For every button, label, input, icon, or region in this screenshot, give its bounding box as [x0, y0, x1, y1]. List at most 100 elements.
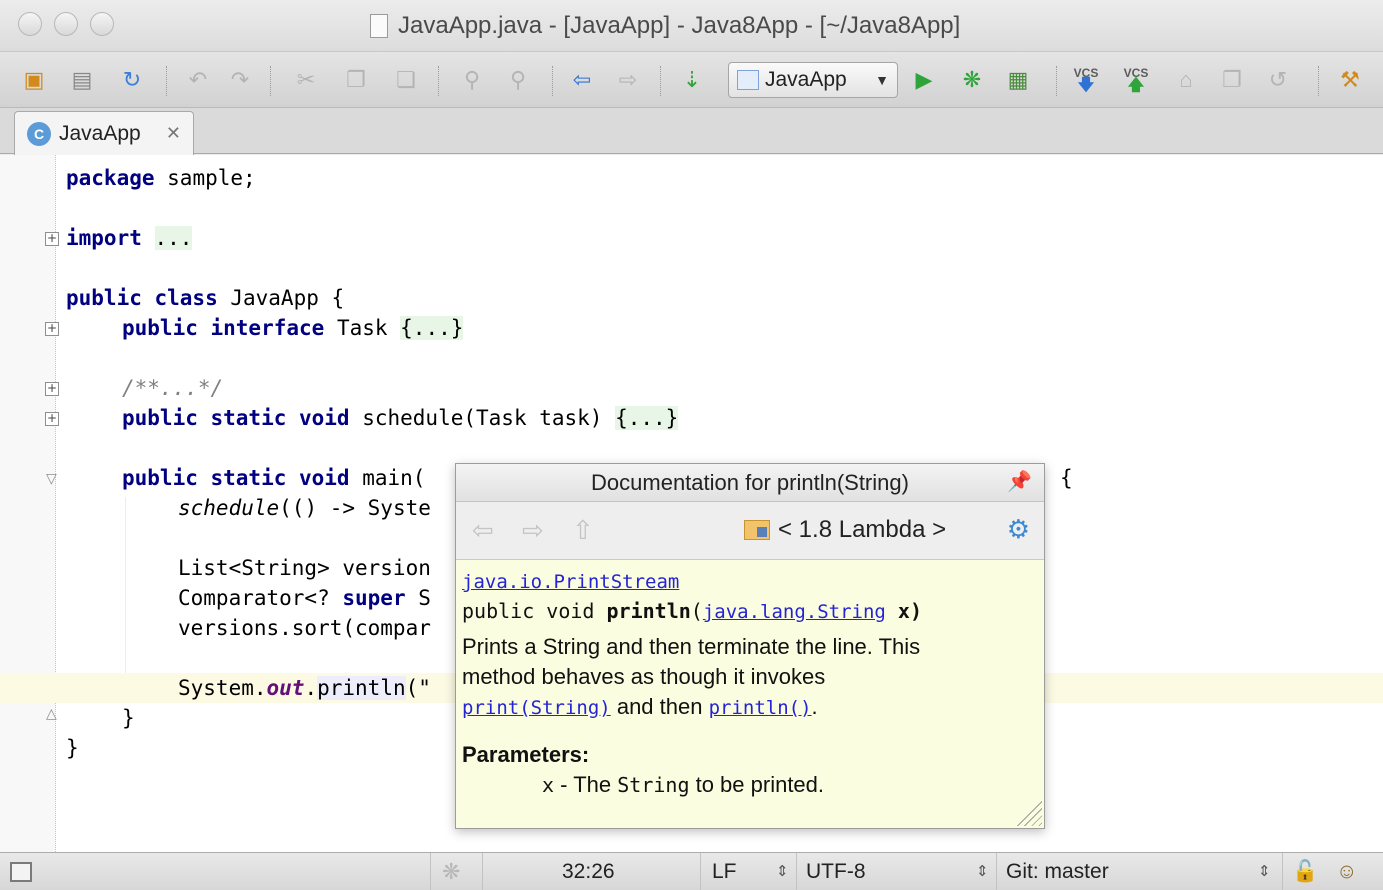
close-window-button[interactable] [18, 12, 42, 36]
code-text: . [304, 676, 318, 700]
gear-icon[interactable]: ⚙ [1007, 514, 1030, 544]
keyword: public static void [122, 406, 350, 430]
code-text: (" [405, 676, 431, 700]
forward-arrow-icon[interactable]: ⇨ [612, 64, 644, 96]
vcs-commit-icon[interactable]: VCS 🡅 [1120, 64, 1152, 96]
file-encoding[interactable]: UTF-8 [806, 853, 866, 890]
caret-position[interactable]: 32:26 [562, 853, 615, 890]
doc-comment[interactable]: /**...*/ [122, 376, 223, 400]
code-line: } [66, 733, 79, 763]
window-title: JavaApp.java - [JavaApp] - Java8App - [~… [370, 12, 960, 40]
up-arrow-icon[interactable]: ⇧ [572, 516, 594, 544]
minimize-window-button[interactable] [54, 12, 78, 36]
context-label: < 1.8 Lambda > [778, 516, 947, 543]
replace-icon[interactable]: ⚲ [502, 64, 534, 96]
revert-icon[interactable]: ↺ [1262, 64, 1294, 96]
tab-javaapp[interactable]: C JavaApp ✕ [14, 111, 194, 155]
signature-text: public void [462, 599, 607, 623]
window-title-text: JavaApp.java - [JavaApp] - Java8App - [~… [398, 12, 961, 39]
status-separator [430, 853, 431, 890]
pin-icon[interactable]: 📌 [1007, 470, 1032, 494]
code-line: public static void schedule(Task task) {… [122, 403, 679, 433]
copy-icon[interactable]: ❐ [340, 64, 372, 96]
vcs-branch[interactable]: Git: master [1006, 853, 1109, 890]
ide-window: JavaApp.java - [JavaApp] - Java8App - [~… [0, 0, 1383, 890]
sort-icon[interactable]: ⇣ [676, 64, 708, 96]
folded-region[interactable]: {...} [615, 406, 679, 430]
back-arrow-icon[interactable]: ⇦ [472, 516, 494, 544]
type-link[interactable]: java.lang.String [703, 601, 886, 623]
undo-icon[interactable]: ↶ [182, 64, 214, 96]
keyword: package [66, 166, 155, 190]
cut-icon[interactable]: ✂ [290, 64, 322, 96]
file-icon [370, 14, 388, 38]
code-text: } [66, 736, 79, 760]
code-line: import ... [66, 223, 193, 253]
signature-method: println [606, 599, 691, 623]
code-text: } [122, 706, 135, 730]
class-link[interactable]: java.io.PrintStream [462, 571, 679, 593]
folded-region[interactable]: ... [154, 226, 193, 250]
description-text: method behaves as though it invokes [462, 664, 826, 689]
sync-icon[interactable]: ↻ [116, 64, 148, 96]
code-text: Comparator<? [178, 586, 343, 610]
code-line: System.out.println(" [178, 673, 431, 703]
tool-windows-icon[interactable] [10, 862, 32, 882]
close-tab-icon[interactable]: ✕ [166, 123, 181, 144]
background-tasks-icon[interactable]: ❋ [442, 860, 460, 884]
find-icon[interactable]: ⚲ [456, 64, 488, 96]
status-separator [996, 853, 997, 890]
paste-icon[interactable]: ❏ [390, 64, 422, 96]
params-label: Parameters: [462, 742, 590, 767]
println-link[interactable]: println() [709, 697, 812, 719]
context-selector[interactable]: < 1.8 Lambda > [744, 516, 946, 544]
read-only-lock-icon[interactable]: 🔓 [1292, 853, 1318, 890]
toolbar-separator [1056, 66, 1057, 96]
coverage-icon[interactable]: ▦ [1002, 64, 1034, 96]
toolbar-separator [166, 66, 167, 96]
popup-header[interactable]: Documentation for println(String) 📌 [456, 464, 1044, 502]
code-line: /**...*/ [122, 373, 223, 403]
forward-arrow-icon[interactable]: ⇨ [522, 516, 544, 544]
code-text: List<String> version [178, 556, 431, 580]
documentation-popup[interactable]: Documentation for println(String) 📌 ⇦ ⇨ … [455, 463, 1045, 829]
redo-icon[interactable]: ↷ [224, 64, 256, 96]
save-icon[interactable]: ▤ [66, 64, 98, 96]
resize-grip-icon[interactable] [1016, 800, 1042, 826]
signature-text: x) [885, 599, 922, 623]
code-text: main( [349, 466, 426, 490]
keyword: public static void [122, 466, 350, 490]
encoding-chevron-icon[interactable]: ⇕ [976, 853, 989, 890]
keyword: super [342, 586, 406, 610]
keyword: import [66, 226, 142, 250]
code-line: public interface Task {...} [122, 313, 464, 343]
inspector-icon[interactable]: ☺ [1336, 853, 1357, 890]
popup-title: Documentation for println(String) [591, 470, 909, 495]
code-text: System. [178, 676, 267, 700]
back-arrow-icon[interactable]: ⇦ [566, 64, 598, 96]
open-folder-icon[interactable]: ▣ [18, 64, 50, 96]
param-type: String [617, 773, 690, 797]
toolbar-separator [552, 66, 553, 96]
run-icon[interactable]: ▶ [908, 64, 940, 96]
code-line: Comparator<? super S [178, 583, 431, 613]
settings-wrench-icon[interactable]: ⚒ [1334, 64, 1366, 96]
line-separator-chevron-icon[interactable]: ⇕ [776, 853, 789, 890]
method-call[interactable]: println [317, 676, 406, 700]
chevron-down-icon: ▼ [875, 72, 889, 88]
code-line: } [122, 703, 135, 733]
debug-icon[interactable]: ❋ [956, 64, 988, 96]
zoom-window-button[interactable] [90, 12, 114, 36]
doc-description: method behaves as though it invokes [462, 662, 1040, 692]
vcs-update-icon[interactable]: VCS 🡇 [1070, 64, 1102, 96]
run-configuration-select[interactable]: JavaApp ▼ [728, 62, 898, 98]
code-line: public static void main( [122, 463, 425, 493]
folded-region[interactable]: {...} [400, 316, 464, 340]
print-link[interactable]: print(String) [462, 697, 611, 719]
line-separator[interactable]: LF [712, 853, 737, 890]
run-config-label: JavaApp [765, 68, 847, 91]
branch-chevron-icon[interactable]: ⇕ [1258, 853, 1271, 890]
vcs-compare-icon[interactable]: ❐ [1216, 64, 1248, 96]
status-separator [1282, 853, 1283, 890]
vcs-history-icon[interactable]: ⌂ [1170, 64, 1202, 96]
